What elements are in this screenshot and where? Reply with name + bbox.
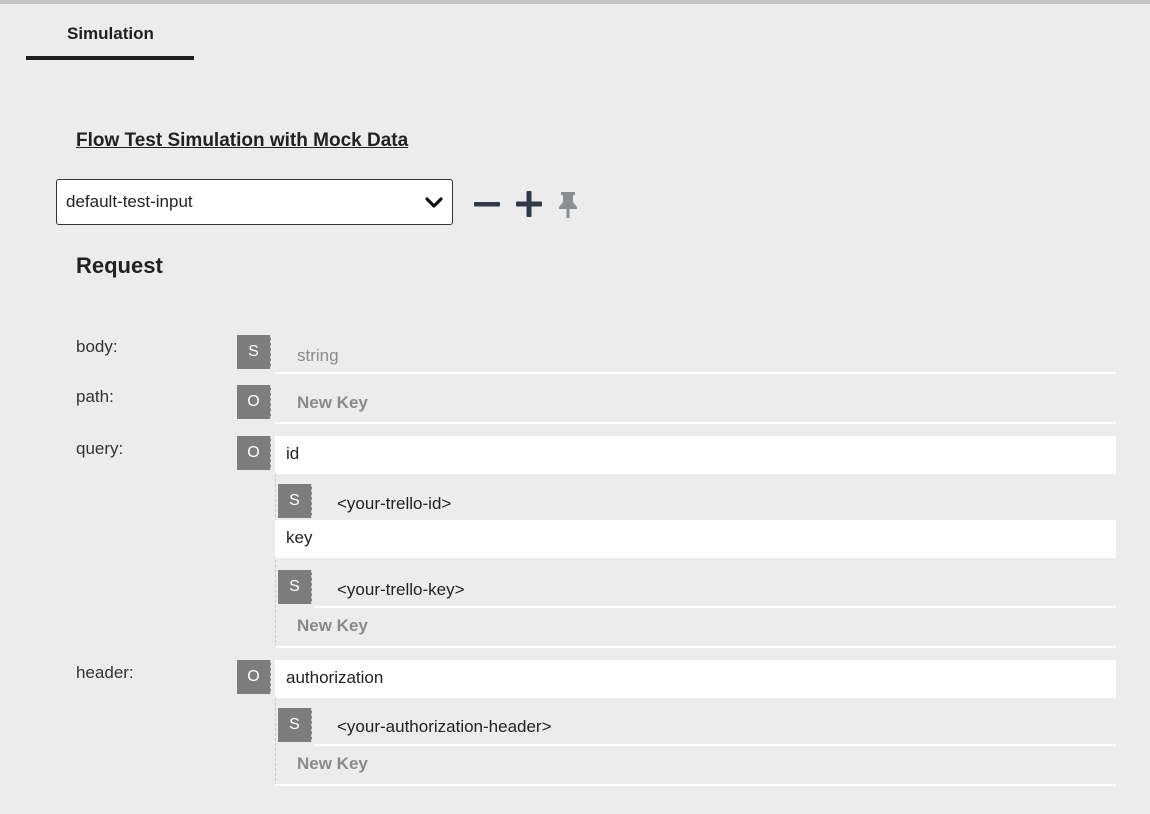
query-key-value-field[interactable]: <your-trello-key> <box>314 574 1116 608</box>
query-key-type-badge[interactable]: S <box>278 570 312 604</box>
header-authorization-value-field[interactable]: <your-authorization-header> <box>314 712 1116 746</box>
header-authorization-type-badge[interactable]: S <box>278 708 312 742</box>
request-heading: Request <box>76 253 163 278</box>
query-new-key-field[interactable]: New Key <box>275 614 1116 648</box>
header-label: header: <box>76 663 134 682</box>
body-placeholder: string <box>297 346 339 365</box>
query-new-key: New Key <box>297 616 368 635</box>
body-label: body: <box>76 337 118 356</box>
pin-icon[interactable] <box>556 190 580 220</box>
path-new-key-field[interactable]: New Key <box>275 390 1116 424</box>
query-id-type-badge[interactable]: S <box>278 484 312 518</box>
header-key-authorization-text: authorization <box>286 668 384 687</box>
path-new-key: New Key <box>297 393 368 412</box>
minus-icon[interactable] <box>472 192 502 216</box>
query-type-badge[interactable]: O <box>237 436 271 470</box>
header-key-authorization[interactable]: authorization <box>275 660 1116 698</box>
query-key-key[interactable]: key <box>275 520 1116 558</box>
top-border <box>0 0 1150 4</box>
header-type-badge[interactable]: O <box>237 660 271 694</box>
header-new-key-field[interactable]: New Key <box>275 752 1116 786</box>
path-type-badge[interactable]: O <box>237 385 271 419</box>
tab-simulation[interactable]: Simulation <box>26 20 194 60</box>
query-key-id-text: id <box>286 444 300 463</box>
body-value-field[interactable]: string <box>275 340 1116 374</box>
test-input-select[interactable]: default-test-input <box>56 179 453 225</box>
path-label: path: <box>76 387 114 406</box>
header-new-key: New Key <box>297 754 368 773</box>
query-id-value[interactable]: <your-trello-id> <box>337 494 451 514</box>
query-key-key-text: key <box>286 528 313 547</box>
query-label: query: <box>76 439 124 458</box>
header-authorization-value: <your-authorization-header> <box>337 717 552 736</box>
chevron-down-icon <box>425 197 443 208</box>
body-type-badge[interactable]: S <box>237 335 271 369</box>
tab-simulation-label: Simulation <box>67 24 154 43</box>
plus-icon[interactable] <box>514 190 544 218</box>
query-key-value: <your-trello-key> <box>337 580 465 599</box>
query-key-id[interactable]: id <box>275 436 1116 474</box>
simulation-title[interactable]: Flow Test Simulation with Mock Data <box>76 130 408 152</box>
test-input-select-value: default-test-input <box>66 192 193 211</box>
